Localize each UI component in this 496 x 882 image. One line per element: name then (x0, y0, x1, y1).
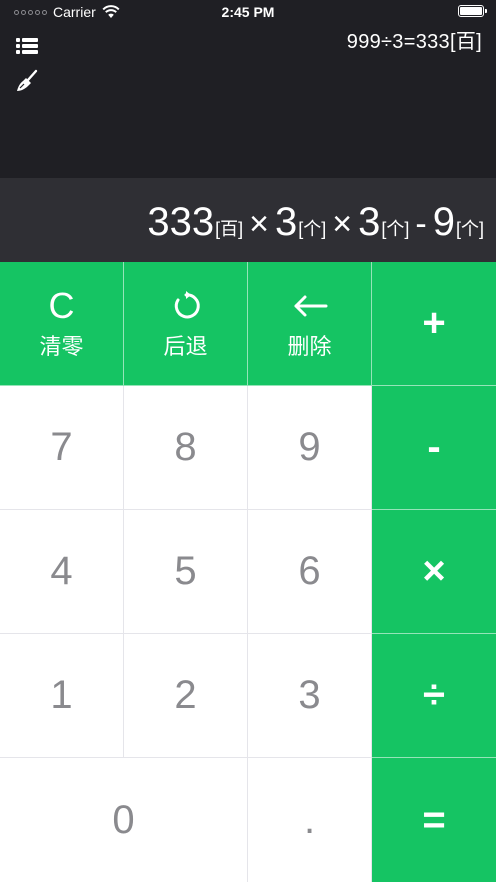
term-unit: [个] (381, 219, 410, 239)
digit-7-button[interactable]: 7 (0, 386, 124, 510)
expression-display: 333 [百] × 3 [个] × 3 [个] - 9 [个] (0, 178, 496, 262)
header-area: Carrier 2:45 PM 999÷3=333[百] (0, 0, 496, 178)
decimal-point-button[interactable]: . (248, 758, 372, 882)
digit-0-button[interactable]: 0 (0, 758, 248, 882)
divide-button[interactable]: ÷ (372, 634, 496, 758)
term-number: 3 (275, 200, 298, 244)
history-text: 999÷3=333[百] (346, 31, 482, 53)
term-unit: [个] (455, 219, 484, 239)
back-button[interactable]: 后退 (124, 262, 248, 386)
digit-8-button[interactable]: 8 (124, 386, 248, 510)
digit-6-button[interactable]: 6 (248, 510, 372, 634)
battery-icon (458, 5, 487, 17)
operator-symbol: × (249, 205, 270, 243)
term-number: 3 (358, 200, 381, 244)
equals-button[interactable]: = (372, 758, 496, 882)
back-label: 后退 (163, 333, 208, 359)
clear-button[interactable]: C 清零 (0, 262, 124, 386)
status-bar: Carrier 2:45 PM (0, 0, 496, 24)
keypad: C 清零 后退 删除 + 7 8 9 - 4 5 6 × 1 2 3 ÷ 0 . (0, 262, 496, 882)
status-time: 2:45 PM (221, 4, 275, 20)
term-number: 9 (432, 200, 455, 244)
term-unit: [个] (298, 219, 327, 239)
digit-1-button[interactable]: 1 (0, 634, 124, 758)
digit-3-button[interactable]: 3 (248, 634, 372, 758)
operator-symbol: × (332, 205, 353, 243)
digit-2-button[interactable]: 2 (124, 634, 248, 758)
undo-icon (170, 287, 202, 325)
expression: 333 [百] × 3 [个] × 3 [个] - 9 [个] (147, 200, 484, 245)
term-unit: [百] (215, 219, 244, 239)
digit-4-button[interactable]: 4 (0, 510, 124, 634)
delete-button[interactable]: 删除 (248, 262, 372, 386)
digit-5-button[interactable]: 5 (124, 510, 248, 634)
list-icon[interactable] (12, 33, 42, 59)
clear-label: 清零 (39, 333, 84, 359)
multiply-button[interactable]: × (372, 510, 496, 634)
clear-symbol: C (48, 284, 75, 326)
term-number: 333 (147, 200, 215, 244)
broom-icon[interactable] (12, 68, 42, 94)
plus-button[interactable]: + (372, 262, 496, 386)
operator-symbol: - (415, 205, 427, 243)
digit-9-button[interactable]: 9 (248, 386, 372, 510)
minus-button[interactable]: - (372, 386, 496, 510)
left-arrow-icon (292, 287, 328, 325)
delete-label: 删除 (287, 333, 332, 359)
